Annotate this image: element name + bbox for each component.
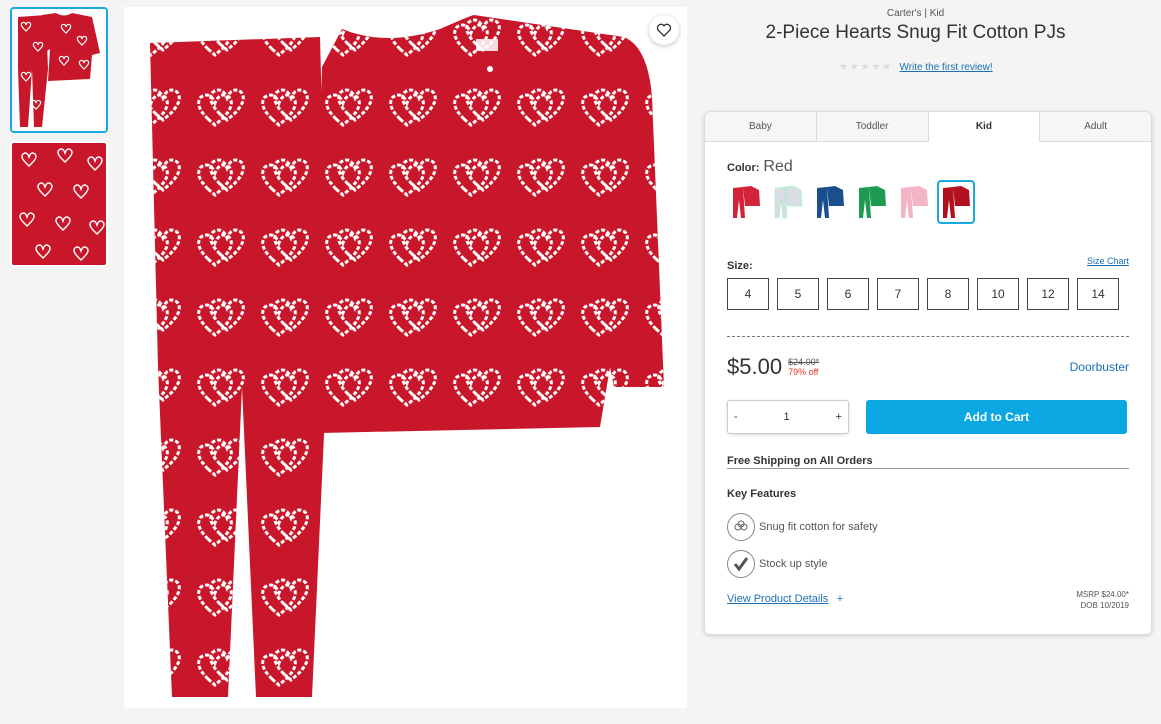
main-product-image[interactable] [124,7,687,708]
fabric-thumbnail-image [12,143,106,265]
size-option-12[interactable]: 12 [1027,278,1069,310]
pajama-swatch-icon [859,186,886,218]
tab-toddler[interactable]: Toddler [816,112,929,141]
decrease-qty-button[interactable]: - [734,411,738,423]
pajama-swatch-icon [901,186,928,218]
footer-row: View Product Details + MSRP $24.00* DOB … [727,589,1129,613]
size-options: 4 5 6 7 8 10 12 14 [727,278,1129,310]
size-chart-link[interactable]: Size Chart [1087,256,1129,266]
increase-qty-button[interactable]: + [836,411,842,423]
doorbuster-badge: Doorbuster [1069,360,1129,374]
quantity-stepper: - 1 + [727,400,849,434]
rating-stars: ★★★★★ [838,61,893,73]
pajama-thumbnail-image [12,9,106,131]
color-swatch-6[interactable] [937,180,975,224]
tab-adult[interactable]: Adult [1040,112,1151,141]
view-product-details-link[interactable]: View Product Details [727,593,828,605]
brand-line: Carter's | Kid [886,8,945,19]
product-title: 2-Piece Hearts Snug Fit Cotton PJs [765,22,1066,43]
quantity-value[interactable]: 1 [784,411,790,423]
size-option-6[interactable]: 6 [827,278,869,310]
divider [727,336,1129,337]
cotton-icon [727,513,755,541]
feature-item-style: Stock up style [727,550,1129,578]
write-review-link[interactable]: Write the first review! [899,62,992,73]
thumbnail-fabric[interactable] [10,141,108,267]
color-swatch-1[interactable] [727,180,765,224]
size-label: Size: [727,260,753,272]
checkmark-icon [727,550,755,578]
key-features-title-row: Key Features [727,488,1129,500]
color-swatch-4[interactable] [853,180,891,224]
color-label: Color: [727,162,760,174]
tab-kid[interactable]: Kid [928,112,1041,142]
add-to-cart-button[interactable]: Add to Cart [866,400,1127,434]
size-option-7[interactable]: 7 [877,278,919,310]
size-label-row: Size: Size Chart [727,256,1129,274]
color-swatch-3[interactable] [811,180,849,224]
free-shipping-text: Free Shipping on All Orders [727,455,1129,469]
shipping-row: Free Shipping on All Orders [727,455,1129,469]
heart-icon [656,23,672,37]
feature-item-cotton: Snug fit cotton for safety [727,513,1129,541]
size-option-4[interactable]: 4 [727,278,769,310]
msrp-text: MSRP $24.00* [1076,590,1129,599]
pajama-swatch-icon [817,186,844,218]
color-label-row: Color: Red [727,158,1129,176]
sale-price: $5.00 [727,354,783,379]
size-option-8[interactable]: 8 [927,278,969,310]
size-option-14[interactable]: 14 [1077,278,1119,310]
discount-percent: 79% off [788,367,819,377]
color-swatch-5[interactable] [895,180,933,224]
original-price: $24.00* [788,357,820,367]
review-row: ★★★★★ Write the first review! [704,60,1127,73]
price-row: $5.00 $24.00* 79% off Doorbuster [727,354,1129,384]
color-value: Red [763,158,793,175]
thumbnail-list [10,7,108,275]
age-tabs: Baby Toddler Kid Adult [705,112,1151,142]
expand-plus-icon[interactable]: + [837,593,843,605]
pajama-image [150,15,664,697]
thumbnail-outfit[interactable] [10,7,108,133]
pajama-swatch-icon [733,186,760,218]
cart-row: - 1 + Add to Cart [727,400,1129,434]
pajama-swatch-icon [943,186,970,218]
dob-text: DOB 10/2019 [1080,601,1129,610]
product-options-card: Baby Toddler Kid Adult Color: Red Size: S… [704,111,1152,635]
feature-text: Snug fit cotton for safety [759,521,878,533]
size-option-5[interactable]: 5 [777,278,819,310]
size-option-10[interactable]: 10 [977,278,1019,310]
tab-baby[interactable]: Baby [705,112,817,141]
feature-text: Stock up style [759,558,828,570]
favorite-button[interactable] [649,15,679,45]
msrp-info: MSRP $24.00* DOB 10/2019 [1076,589,1129,611]
key-features-title: Key Features [727,488,797,500]
pajama-swatch-icon [774,185,803,219]
color-swatches [727,180,1129,224]
color-swatch-2[interactable] [769,180,807,224]
